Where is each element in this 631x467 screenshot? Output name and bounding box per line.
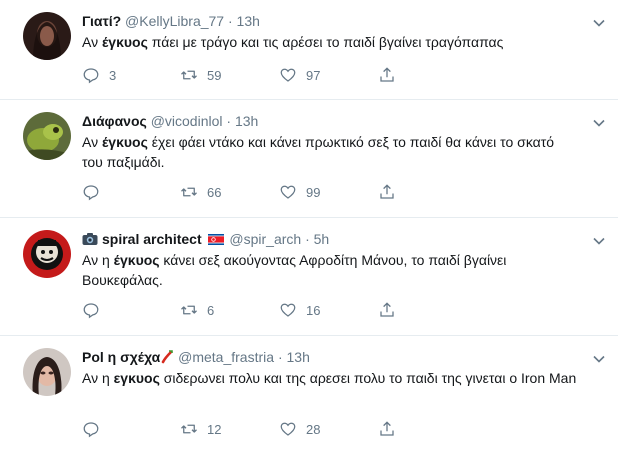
tweet-text-part: έχει φάει ντάκο και κάνει πρωκτικό σεξ τ…: [82, 134, 555, 170]
tweet[interactable]: Pol η σχέχα @meta_frastria · 13h Αν η εγ…: [0, 336, 618, 467]
reply-button[interactable]: [82, 420, 109, 438]
user-handle[interactable]: @spir_arch: [229, 231, 301, 247]
separator-dot: ·: [227, 13, 233, 29]
north-korea-flag-icon: [207, 234, 224, 245]
tweet-text: Αν έγκυος έχει φάει ντάκο και κάνει πρωκ…: [82, 132, 577, 172]
pepper-icon: [161, 350, 174, 364]
camera-icon: [82, 233, 98, 245]
like-button[interactable]: 99: [279, 183, 320, 201]
chevron-down-icon[interactable]: [592, 234, 606, 248]
reply-button[interactable]: [82, 183, 109, 201]
retweet-button[interactable]: 6: [180, 301, 214, 319]
heart-icon: [280, 422, 296, 436]
reply-icon: [83, 303, 99, 319]
tweet-text-highlight: εγκυος: [113, 370, 160, 386]
like-button[interactable]: 97: [279, 66, 320, 84]
tweet-text-part: Αν η: [82, 252, 114, 268]
display-name[interactable]: Γιατί?: [82, 13, 121, 29]
timestamp[interactable]: 13h: [287, 349, 310, 365]
like-count: 99: [306, 184, 321, 200]
share-icon: [380, 302, 394, 317]
tweet-text-part: πάει με τράγο και τις αρέσει το παιδί βγ…: [147, 34, 504, 50]
retweet-button[interactable]: 59: [180, 66, 221, 84]
share-icon: [380, 421, 394, 436]
display-name[interactable]: spiral architect: [102, 231, 202, 247]
retweet-count: 59: [207, 67, 222, 83]
retweet-button[interactable]: 66: [180, 183, 221, 201]
separator-dot: ·: [226, 113, 232, 129]
reply-icon: [83, 185, 99, 201]
user-handle[interactable]: @vicodinlol: [151, 113, 223, 129]
avatar[interactable]: [23, 12, 71, 60]
tweet-actions: 6 16: [82, 301, 482, 319]
reply-icon: [83, 68, 99, 84]
chevron-down-icon[interactable]: [592, 16, 606, 30]
chevron-down-icon[interactable]: [592, 116, 606, 130]
tweet-text-highlight: έγκυος: [101, 34, 148, 50]
tweet-header: Γιατί? @KellyLibra_77 · 13h: [82, 12, 260, 30]
share-icon: [380, 67, 394, 82]
tweet-text-part: Αν: [82, 134, 102, 150]
like-count: 97: [306, 67, 321, 83]
share-button[interactable]: [378, 301, 396, 319]
user-handle[interactable]: @meta_frastria: [178, 349, 274, 365]
timestamp[interactable]: 13h: [235, 113, 258, 129]
retweet-button[interactable]: 12: [180, 420, 221, 438]
tweet-text: Αν έγκυος πάει με τράγο και τις αρέσει τ…: [82, 32, 582, 52]
separator-dot: ·: [277, 349, 283, 365]
avatar[interactable]: [23, 112, 71, 160]
reply-button[interactable]: [82, 301, 109, 319]
separator-dot: ·: [305, 231, 310, 247]
avatar[interactable]: [23, 348, 71, 396]
share-button[interactable]: [378, 183, 396, 201]
tweet-text-part: Αν: [82, 34, 102, 50]
tweet[interactable]: spiral architect @spir_arch · 5h Αν η έγ…: [0, 218, 618, 336]
tweet-actions: 3 59 97: [82, 66, 482, 84]
tweet-text-highlight: έγκυος: [113, 252, 160, 268]
tweet-actions: 12 28: [82, 420, 482, 438]
like-count: 16: [306, 302, 321, 318]
like-count: 28: [306, 421, 321, 437]
tweet[interactable]: Διάφανος @vicodinlol · 13h Αν έγκυος έχε…: [0, 100, 618, 218]
retweet-count: 6: [207, 302, 215, 318]
retweet-icon: [181, 187, 197, 197]
share-button[interactable]: [378, 66, 396, 84]
tweet-actions: 66 99: [82, 183, 482, 201]
retweet-count: 12: [207, 421, 222, 437]
like-button[interactable]: 28: [279, 420, 320, 438]
retweet-count: 66: [207, 184, 222, 200]
tweet-header: spiral architect @spir_arch · 5h: [82, 230, 329, 248]
share-icon: [380, 184, 394, 199]
retweet-icon: [181, 70, 197, 80]
tweet-text-part: Αν η: [82, 370, 114, 386]
timestamp[interactable]: 13h: [237, 13, 260, 29]
display-name[interactable]: Διάφανος: [82, 113, 147, 129]
reply-button[interactable]: 3: [82, 66, 116, 84]
retweet-icon: [181, 424, 197, 434]
display-name[interactable]: Pol η σχέχα: [82, 349, 160, 365]
chevron-down-icon[interactable]: [592, 352, 606, 366]
tweet-text-highlight: έγκυος: [101, 134, 148, 150]
heart-icon: [280, 68, 296, 82]
share-button[interactable]: [378, 420, 396, 438]
user-handle[interactable]: @KellyLibra_77: [125, 13, 224, 29]
tweet-text-part: σιδερωνει πολυ και της αρεσει πολυ το πα…: [159, 370, 577, 386]
reply-count: 3: [109, 67, 117, 83]
tweet-text: Αν η εγκυος σιδερωνει πολυ και της αρεσε…: [82, 368, 607, 388]
tweet[interactable]: Γιατί? @KellyLibra_77 · 13h Αν έγκυος πά…: [0, 0, 618, 100]
timestamp[interactable]: 5h: [314, 231, 330, 247]
avatar[interactable]: [23, 230, 71, 278]
retweet-icon: [181, 305, 197, 315]
heart-icon: [280, 303, 296, 317]
heart-icon: [280, 185, 296, 199]
like-button[interactable]: 16: [279, 301, 320, 319]
tweet-header: Διάφανος @vicodinlol · 13h: [82, 112, 258, 130]
tweet-header: Pol η σχέχα @meta_frastria · 13h: [82, 348, 310, 366]
reply-icon: [83, 422, 99, 438]
tweet-text: Αν η έγκυος κάνει σεξ ακούγοντας Αφροδίτ…: [82, 250, 572, 290]
